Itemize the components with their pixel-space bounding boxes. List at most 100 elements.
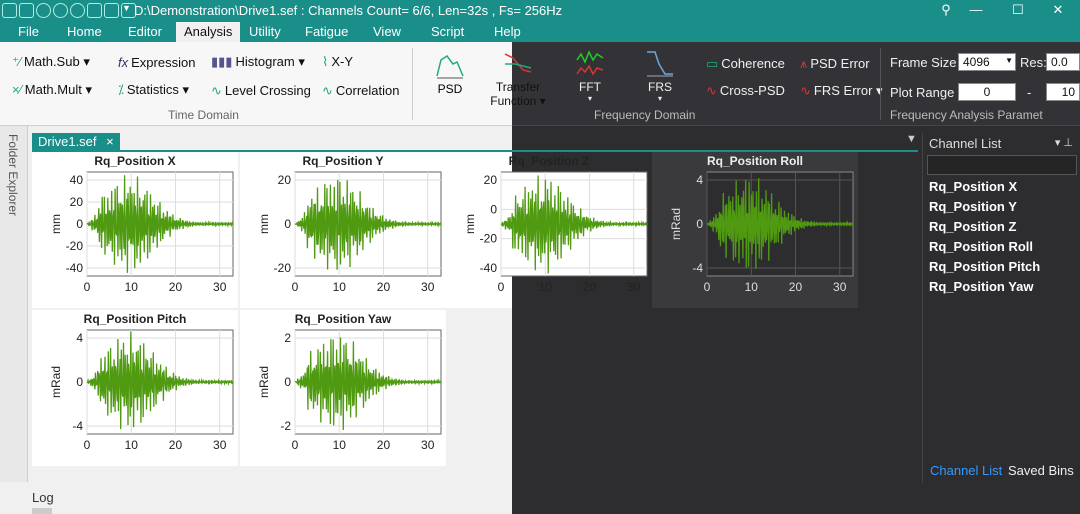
close-icon[interactable]: ✕ (1048, 2, 1068, 18)
frame-size-select[interactable]: 4096 ▼ (958, 53, 1016, 71)
document-menu-icon[interactable]: ▼ (906, 133, 917, 145)
tab-saved-bins[interactable]: Saved Bins (1004, 462, 1078, 479)
y-tick-label: -2 (280, 419, 291, 433)
y-axis-label: mRad (49, 366, 63, 398)
statistics-button[interactable]: ⁒ Statistics ▾ (118, 82, 189, 98)
quick-access-dropdown-icon[interactable]: ▼ (122, 3, 131, 13)
x-tick-label: 0 (84, 280, 91, 294)
correlation-button[interactable]: ∿ Correlation (322, 83, 400, 99)
histogram-icon: ▮▮▮ (211, 54, 233, 69)
save-icon[interactable] (87, 3, 102, 18)
channel-item[interactable]: Rq_Position Y (929, 199, 1017, 214)
ribbon-separator (412, 48, 413, 120)
pin-icon[interactable]: ⚲ (936, 2, 956, 18)
menu-fatigue[interactable]: Fatigue (305, 24, 348, 39)
x-tick-label: 30 (627, 280, 641, 294)
fft-button[interactable]: FFT ▾ (572, 48, 608, 103)
x-tick-label: 0 (498, 280, 505, 294)
log-label[interactable]: Log (32, 490, 54, 505)
channel-item[interactable]: Rq_Position X (929, 179, 1017, 194)
histogram-button[interactable]: ▮▮▮ Histogram ▾ (211, 54, 305, 70)
chevron-down-icon: ▼ (1005, 56, 1013, 65)
math-sub-button[interactable]: ⁺⁄ Math.Sub ▾ (12, 54, 90, 70)
channel-item[interactable]: Rq_Position Z (929, 219, 1016, 234)
expression-button[interactable]: fx Expression (118, 55, 195, 70)
plot-cell[interactable]: Rq_Position Z 20 0 -20 -40 0 10 20 30 mm (446, 152, 652, 308)
x-tick-label: 30 (833, 280, 847, 294)
statistics-icon: ⁒ (118, 82, 124, 97)
plot-cell[interactable]: Rq_Position Pitch 4 0 -4 0 10 20 30 mRad (32, 310, 238, 466)
x-tick-label: 10 (125, 280, 139, 294)
quick-access-toolbar (2, 3, 136, 18)
psd-button[interactable]: PSD (430, 50, 470, 96)
log-scrollbar[interactable] (32, 508, 52, 514)
frs-button[interactable]: FRS ▾ (642, 48, 678, 103)
frame-size-label: Frame Size : (890, 55, 964, 70)
menu-file[interactable]: File (18, 24, 39, 39)
play-icon[interactable] (53, 3, 68, 18)
menu-analysis[interactable]: Analysis (176, 22, 241, 42)
plot-range-label: Plot Range : (890, 85, 962, 100)
math-mult-button[interactable]: ×⁄ Math.Mult ▾ (12, 82, 92, 98)
x-tick-label: 0 (292, 438, 299, 452)
psd-error-button[interactable]: ⩚ PSD Error (800, 56, 870, 72)
plot-cell[interactable]: Rq_Position Roll 4 0 -4 0 10 20 30 mRad (652, 152, 858, 308)
stop-icon[interactable] (70, 3, 85, 18)
export-icon[interactable] (104, 3, 119, 18)
y-tick-label: 2 (284, 331, 291, 345)
x-tick-label: 20 (789, 280, 803, 294)
plot-svg: 40-40 10 20 30mRad (669, 171, 854, 294)
plot-range-to[interactable]: 10 (1046, 83, 1080, 101)
plot-svg: 40200-20-400 10 20 30mm (49, 171, 234, 294)
menu-home[interactable]: Home (67, 24, 102, 39)
frs-error-button[interactable]: ∿ FRS Error ▾ (800, 83, 883, 99)
plot-range-from[interactable]: 0 (958, 83, 1016, 101)
y-axis-label: mRad (257, 366, 271, 398)
close-icon[interactable]: × (106, 134, 114, 149)
x-tick-label: 20 (169, 280, 183, 294)
channel-search-input[interactable] (927, 155, 1077, 175)
window-title: D:\Demonstration\Drive1.sef : Channels C… (134, 3, 563, 18)
channel-item[interactable]: Rq_Position Roll (929, 239, 1033, 254)
channel-item[interactable]: Rq_Position Pitch (929, 259, 1040, 274)
minimize-icon[interactable]: — (966, 2, 986, 17)
app-icon[interactable] (2, 3, 17, 18)
y-tick-label: 20 (278, 173, 292, 187)
menu-bar: File Home Editor Analysis Utility Fatigu… (0, 22, 1080, 42)
x-tick-label: 0 (704, 280, 711, 294)
x-tick-label: 10 (333, 280, 347, 294)
level-crossing-button[interactable]: ∿ Level Crossing (211, 83, 311, 99)
menu-view[interactable]: View (373, 24, 401, 39)
plot-cell[interactable]: Rq_Position Y 20 0 -20 0 10 20 30 mm (240, 152, 446, 308)
res-field[interactable]: 0.0 (1046, 53, 1080, 71)
maximize-icon[interactable]: ☐ (1008, 2, 1028, 18)
frs-error-icon: ∿ (800, 83, 811, 98)
math-sub-icon: ⁺⁄ (12, 54, 22, 69)
res-label: Res: (1020, 55, 1047, 70)
channel-list-header: Channel List ▾ ⊥ (929, 136, 1073, 151)
menu-utility[interactable]: Utility (249, 24, 281, 39)
menu-script[interactable]: Script (431, 24, 464, 39)
y-axis-label: mm (49, 214, 63, 234)
y-tick-label: -40 (480, 261, 498, 275)
xy-button[interactable]: ⌇ X-Y (322, 54, 353, 70)
tab-channel-list[interactable]: Channel List (926, 462, 1006, 479)
tab-drive1[interactable]: Drive1.sef × (32, 133, 120, 151)
x-tick-label: 30 (421, 438, 435, 452)
record-icon[interactable] (36, 3, 51, 18)
menu-help[interactable]: Help (494, 24, 521, 39)
plot-cell[interactable]: Rq_Position Yaw 2 0 -2 0 10 20 30 mRad (240, 310, 446, 466)
menu-editor[interactable]: Editor (128, 24, 162, 39)
open-folder-icon[interactable] (19, 3, 34, 18)
correlation-icon: ∿ (322, 83, 333, 98)
folder-explorer[interactable]: Folder Explorer (0, 126, 28, 514)
psd-error-icon: ⩚ (800, 56, 808, 71)
channel-item[interactable]: Rq_Position Yaw (929, 279, 1034, 294)
cross-psd-button[interactable]: ∿ Cross-PSD (706, 83, 785, 99)
plot-cell[interactable]: Rq_Position X 40 20 0 -20 -40 0 10 20 30 mm (32, 152, 238, 308)
x-tick-label: 0 (84, 438, 91, 452)
channel-list-panel: Channel List ▾ ⊥ Rq_Position X Rq_Positio… (922, 133, 1080, 483)
coherence-button[interactable]: ▭ Coherence (706, 56, 785, 72)
pin-icon[interactable]: ▾ ⊥ (1055, 136, 1073, 149)
transfer-function-button[interactable]: Transfer Function ▾ (490, 48, 546, 108)
